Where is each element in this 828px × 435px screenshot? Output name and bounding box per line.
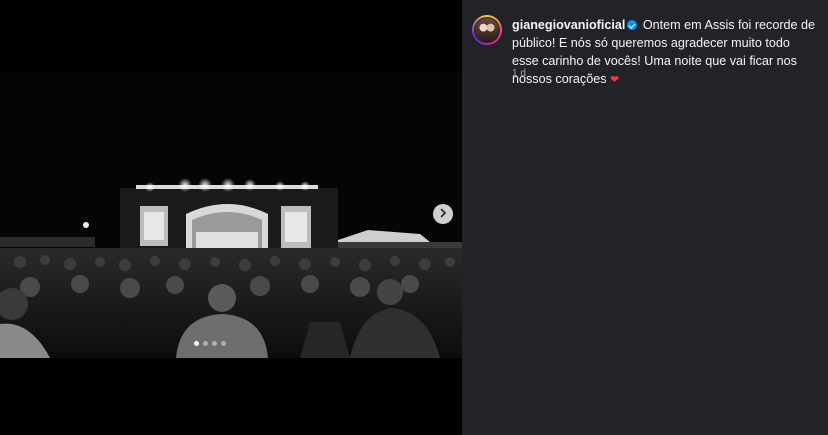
username-link[interactable]: gianegiovanioficial [512, 18, 625, 32]
post-timestamp[interactable]: 1 d [512, 68, 526, 79]
media-pane [0, 0, 462, 435]
heart-emoji: ❤ [610, 74, 620, 86]
next-slide-button[interactable] [433, 204, 453, 224]
chevron-right-icon [438, 205, 448, 223]
carousel-dot [212, 341, 217, 346]
carousel-dot [203, 341, 208, 346]
avatar[interactable] [472, 15, 502, 45]
carousel-indicator [194, 341, 226, 346]
post-caption: gianegiovanioficial Ontem em Assis foi r… [512, 16, 818, 89]
carousel-dot [221, 341, 226, 346]
profile-photo [475, 18, 499, 42]
verified-badge-icon [627, 20, 638, 30]
post-photo [0, 72, 462, 358]
carousel-dot-active [194, 341, 199, 346]
